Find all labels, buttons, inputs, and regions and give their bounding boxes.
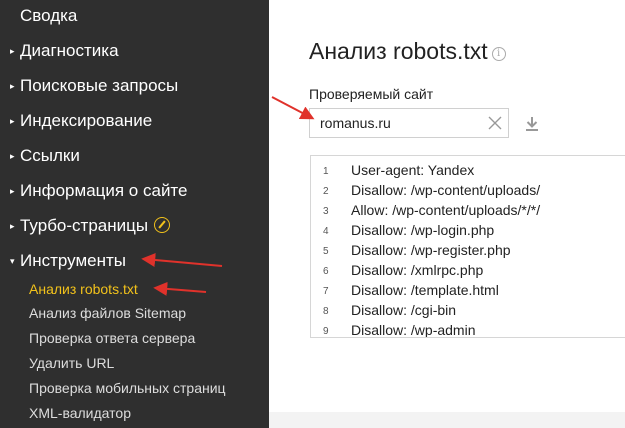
clear-icon[interactable] [483, 111, 507, 135]
subitem-xml-validator[interactable]: XML-валидатор [29, 405, 131, 421]
line-text: Disallow: /wp-content/uploads/ [351, 182, 541, 198]
caret-right-icon: ▸ [10, 116, 15, 126]
line-number: 9 [323, 326, 329, 337]
line-number: 1 [323, 166, 329, 177]
turbo-icon [154, 217, 171, 233]
sidebar-item-search-queries[interactable]: ▸ Поисковые запросы [10, 76, 178, 96]
line-text: User-agent: Yandex [351, 162, 475, 178]
sidebar-item-tools[interactable]: ▾ Инструменты [10, 251, 126, 271]
line-number: 3 [323, 206, 329, 217]
code-line: 2 Disallow: /wp-content/uploads/ [311, 182, 625, 202]
subitem-robots-analysis[interactable]: Анализ robots.txt [29, 281, 138, 297]
line-number: 8 [323, 306, 329, 317]
code-line: 9 Disallow: /wp-admin [311, 322, 625, 338]
sidebar-item-summary[interactable]: Сводка [10, 6, 77, 26]
sidebar-item-label: Поисковые запросы [20, 76, 179, 95]
sidebar-item-label: Диагностика [20, 41, 119, 60]
subitem-mobile-check[interactable]: Проверка мобильных страниц [29, 380, 226, 396]
code-line: 4 Disallow: /wp-login.php [311, 222, 625, 242]
line-text: Disallow: /wp-register.php [351, 242, 511, 258]
line-text: Disallow: /template.html [351, 282, 499, 298]
sidebar-item-label: Ссылки [20, 146, 80, 165]
code-line: 8 Disallow: /cgi-bin [311, 302, 625, 322]
code-line: 3 Allow: /wp-content/uploads/*/*/ [311, 202, 625, 222]
code-line: 7 Disallow: /template.html [311, 282, 625, 302]
line-number: 6 [323, 266, 329, 277]
sidebar-item-label: Инструменты [20, 251, 127, 270]
line-text: Disallow: /wp-admin [351, 322, 476, 338]
sidebar-item-turbo-pages[interactable]: ▸ Турбо-страницы [10, 216, 171, 236]
line-number: 5 [323, 246, 329, 257]
footer-strip [269, 412, 625, 428]
sidebar-item-label: Индексирование [20, 111, 153, 130]
sidebar-item-site-info[interactable]: ▸ Информация о сайте [10, 181, 188, 201]
subitem-server-response[interactable]: Проверка ответа сервера [29, 330, 195, 346]
caret-right-icon: ▸ [10, 221, 15, 231]
subitem-sitemap-analysis[interactable]: Анализ файлов Sitemap [29, 305, 186, 321]
site-field-label: Проверяемый сайт [309, 86, 434, 102]
code-line: 1 User-agent: Yandex [311, 162, 625, 182]
sidebar-item-label: Сводка [20, 6, 78, 25]
line-text: Disallow: /xmlrpc.php [351, 262, 484, 278]
line-text: Allow: /wp-content/uploads/*/*/ [351, 202, 541, 218]
sidebar-item-links[interactable]: ▸ Ссылки [10, 146, 80, 166]
sidebar-item-label: Информация о сайте [20, 181, 188, 200]
caret-right-icon: ▸ [10, 81, 15, 91]
sidebar-item-diagnostics[interactable]: ▸ Диагностика [10, 41, 119, 61]
caret-right-icon: ▸ [10, 46, 15, 56]
sidebar: Сводка ▸ Диагностика ▸ Поисковые запросы ▸… [0, 0, 269, 428]
line-number: 7 [323, 286, 329, 297]
sidebar-item-label: Турбо-страницы [20, 216, 149, 235]
line-number: 4 [323, 226, 329, 237]
page-title: Анализ robots.txt i [309, 38, 506, 65]
code-line: 6 Disallow: /xmlrpc.php [311, 262, 625, 282]
caret-right-icon: ▸ [10, 186, 15, 196]
download-icon[interactable] [522, 114, 542, 134]
subitem-remove-url[interactable]: Удалить URL [29, 355, 114, 371]
code-line: 5 Disallow: /wp-register.php [311, 242, 625, 262]
robots-txt-editor[interactable]: 1 User-agent: Yandex 2 Disallow: /wp-conte… [310, 155, 625, 338]
sidebar-item-indexing[interactable]: ▸ Индексирование [10, 111, 152, 131]
info-icon[interactable]: i [491, 47, 506, 61]
arrow-to-site-input [271, 96, 315, 120]
line-text: Disallow: /cgi-bin [351, 302, 457, 318]
site-input[interactable] [309, 108, 509, 138]
line-number: 2 [323, 186, 329, 197]
caret-right-icon: ▸ [10, 151, 15, 161]
line-text: Disallow: /wp-login.php [351, 222, 495, 238]
caret-down-icon: ▾ [10, 256, 15, 266]
